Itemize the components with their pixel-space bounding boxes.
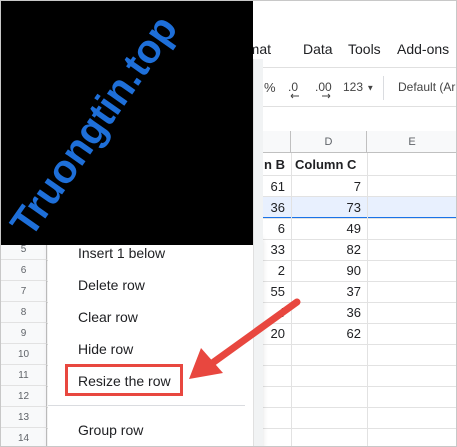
- watermark-logo: Truongtin.top: [2, 8, 186, 244]
- caret-down-icon: ▼: [366, 83, 375, 93]
- decrease-decimal-button[interactable]: .0: [288, 80, 299, 99]
- more-formats-dropdown[interactable]: 123 ▼: [343, 80, 374, 94]
- table-cell[interactable]: 7: [291, 176, 367, 197]
- row-header-6[interactable]: 6: [1, 260, 47, 281]
- table-cell[interactable]: 62: [291, 323, 367, 344]
- watermark-text: Truongtin.top: [2, 8, 186, 244]
- annotation-highlight-box: [65, 364, 183, 396]
- menu-divider: [48, 405, 245, 406]
- menu-item-group-row[interactable]: Group row: [78, 422, 143, 438]
- row-header-8[interactable]: 8: [1, 302, 47, 323]
- menu-item-insert-below[interactable]: Insert 1 below: [78, 245, 165, 261]
- menu-tools[interactable]: Tools: [348, 41, 381, 57]
- header-cell-column-c[interactable]: Column C: [291, 154, 367, 175]
- row-header-12[interactable]: 12: [1, 386, 47, 407]
- menu-item-delete-row[interactable]: Delete row: [78, 277, 145, 293]
- menu-scroll-edge: [253, 59, 263, 446]
- menu-bar: rmat Data Tools Add-ons: [243, 37, 456, 63]
- table-cell[interactable]: 49: [291, 218, 367, 239]
- toolbar-divider: [383, 76, 384, 100]
- row-context-menu: Insert 1 below Delete row Clear row Hide…: [48, 237, 259, 446]
- percent-format-button[interactable]: %: [264, 80, 276, 95]
- font-family-dropdown[interactable]: Default (Ar: [398, 80, 455, 94]
- arrow-left-icon: [290, 93, 299, 99]
- menu-item-clear-row[interactable]: Clear row: [78, 309, 138, 325]
- grid-line: [367, 153, 368, 446]
- row-header-10[interactable]: 10: [1, 344, 47, 365]
- column-header-c[interactable]: [259, 131, 291, 153]
- row-header-13[interactable]: 13: [1, 407, 47, 428]
- row-header-9[interactable]: 9: [1, 323, 47, 344]
- increase-decimal-button[interactable]: .00: [315, 80, 332, 99]
- table-cell[interactable]: 37: [291, 281, 367, 302]
- column-header-d[interactable]: D: [291, 131, 367, 153]
- toolbar: % .0 .00 123 ▼ Default (Ar: [253, 67, 456, 107]
- table-cell[interactable]: 36: [291, 302, 367, 323]
- row-header-14[interactable]: 14: [1, 428, 47, 446]
- table-cell[interactable]: 73: [291, 197, 367, 218]
- more-formats-label: 123: [343, 80, 364, 94]
- menu-item-hide-row[interactable]: Hide row: [78, 341, 133, 357]
- table-cell[interactable]: 90: [291, 260, 367, 281]
- row-header-7[interactable]: 7: [1, 281, 47, 302]
- spreadsheet-screenshot: rmat Data Tools Add-ons % .0 .00 123 ▼ D…: [0, 0, 457, 447]
- menu-addons[interactable]: Add-ons: [397, 41, 449, 57]
- decrease-decimal-label: .0: [288, 80, 299, 94]
- arrow-right-icon: [322, 93, 331, 99]
- row-header-11[interactable]: 11: [1, 365, 47, 386]
- menu-data[interactable]: Data: [303, 41, 333, 57]
- table-cell[interactable]: 82: [291, 239, 367, 260]
- increase-decimal-label: .00: [315, 80, 332, 94]
- column-header-e[interactable]: E: [367, 131, 456, 153]
